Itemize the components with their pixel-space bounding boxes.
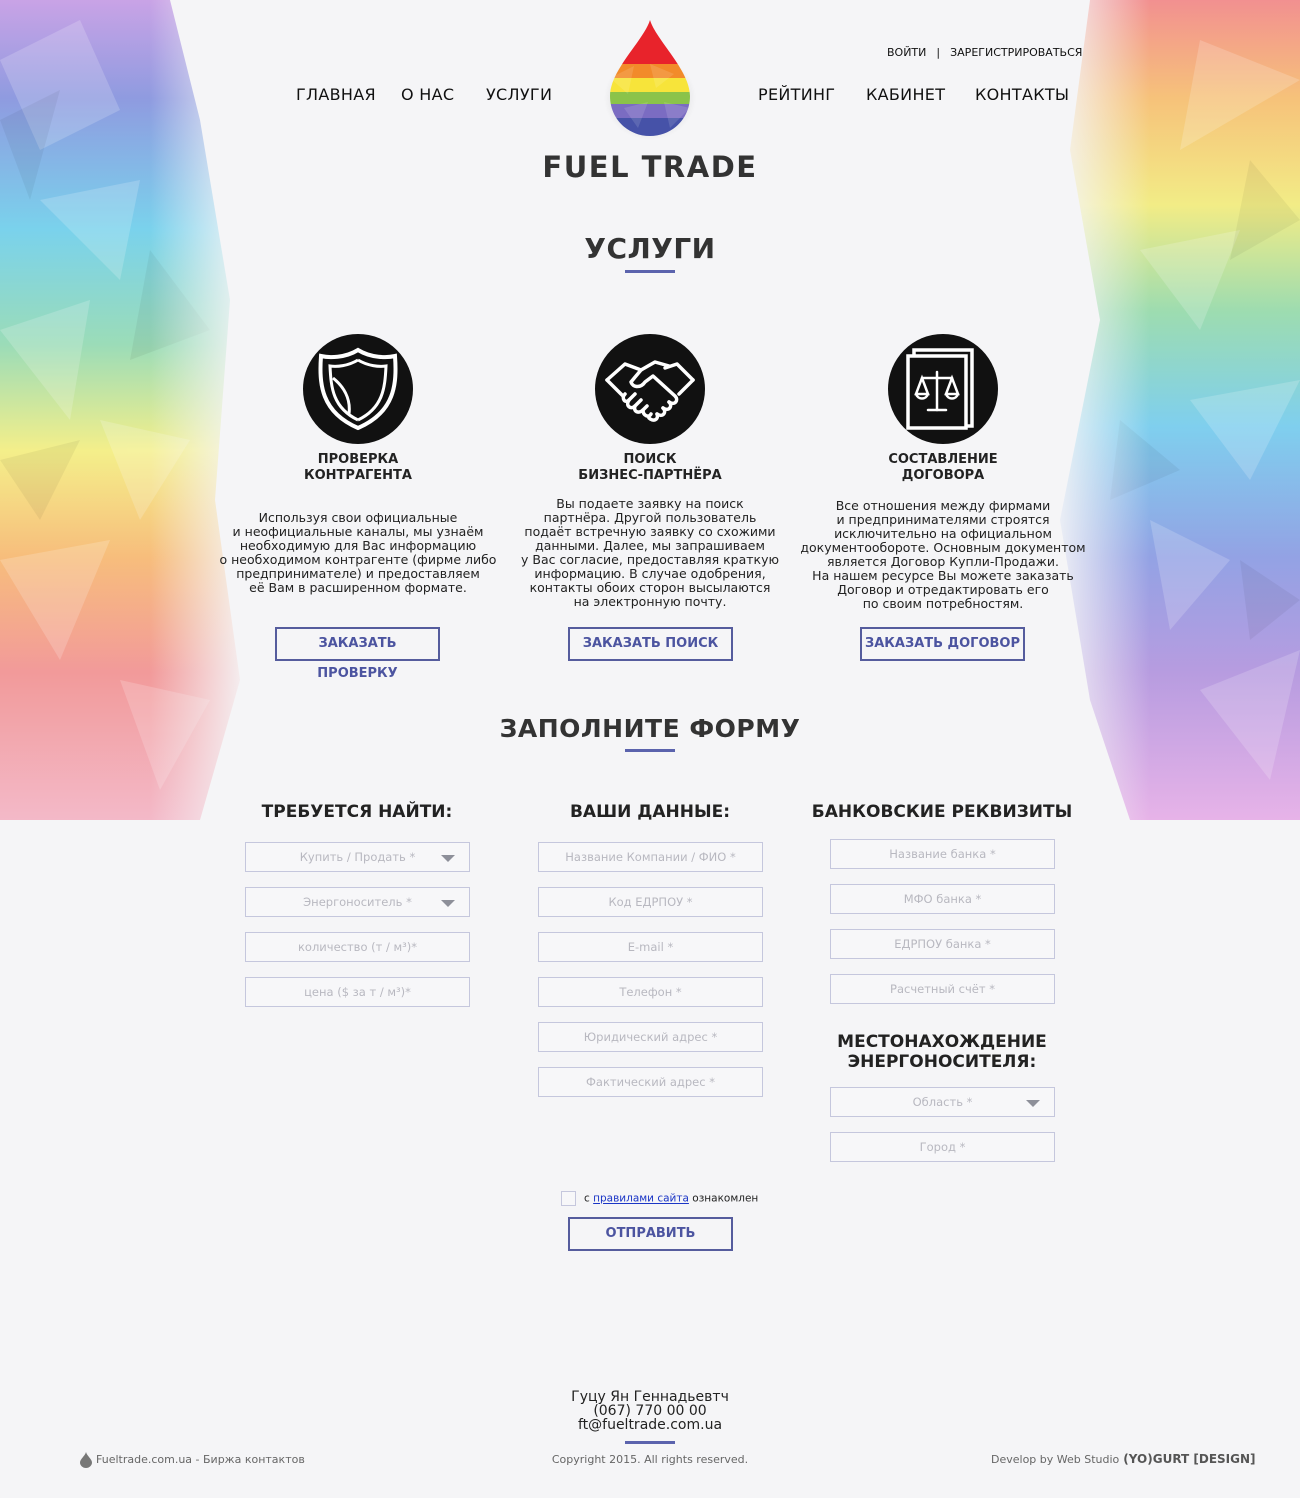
agreement-row: с правилами сайта ознакомлен — [561, 1191, 758, 1206]
chevron-down-icon — [1026, 1100, 1040, 1107]
service-description-check: Используя свои официальные и неофициальн… — [219, 510, 497, 595]
contacts-underline — [625, 1441, 675, 1444]
service-description-search: Вы подаете заявку на поиск партнёра. Дру… — [521, 496, 779, 609]
account-number-field[interactable]: Расчетный счёт * — [830, 974, 1055, 1004]
nav-cabinet[interactable]: КАБИНЕТ — [866, 85, 945, 104]
service-title-check: ПРОВЕРКА КОНТРАГЕНТА — [228, 452, 488, 484]
nav-services[interactable]: УСЛУГИ — [486, 85, 552, 104]
auth-links: ВОЙТИ | ЗАРЕГИСТРИРОВАТЬСЯ — [887, 46, 1082, 59]
order-search-button[interactable]: ЗАКАЗАТЬ ПОИСК — [568, 627, 733, 661]
phone-field[interactable]: Телефон * — [538, 977, 763, 1007]
nav-contacts[interactable]: КОНТАКТЫ — [975, 85, 1069, 104]
buy-sell-select[interactable]: Купить / Продать * — [245, 842, 470, 872]
submit-button[interactable]: ОТПРАВИТЬ — [568, 1217, 733, 1251]
chevron-down-icon — [441, 855, 455, 862]
quantity-field[interactable]: количество (т / м³)* — [245, 932, 470, 962]
form-title-underline — [625, 749, 675, 752]
footer-developer: Develop by Web Studio (YO)GURT [DESIGN] — [991, 1452, 1256, 1466]
site-rules-link[interactable]: правилами сайта — [593, 1193, 689, 1205]
email-field[interactable]: E-mail * — [538, 932, 763, 962]
handshake-icon — [595, 334, 705, 444]
service-title-line1: ПОИСК — [623, 452, 677, 467]
auth-separator: | — [936, 46, 941, 59]
energy-carrier-select-value: Энергоноситель * — [303, 895, 412, 909]
service-title-line2: ДОГОВОРА — [901, 468, 985, 483]
service-title-contract: СОСТАВЛЕНИЕ ДОГОВОРА — [813, 452, 1073, 484]
edrpou-code-field[interactable]: Код ЕДРПОУ * — [538, 887, 763, 917]
service-title-line1: ПРОВЕРКА — [317, 452, 399, 467]
col-find-title: ТРЕБУЕТСЯ НАЙТИ: — [261, 802, 453, 822]
col-your-data-title: ВАШИ ДАННЫЕ: — [569, 802, 731, 822]
form-title: ЗАПОЛНИТЕ ФОРМУ — [499, 714, 801, 743]
bank-edrpou-field[interactable]: ЕДРПОУ банка * — [830, 929, 1055, 959]
contact-name: Гуцу Ян Геннадьевтч — [571, 1389, 729, 1405]
contact-phone: (067) 770 00 00 — [593, 1403, 707, 1419]
mfo-field[interactable]: МФО банка * — [830, 884, 1055, 914]
logo-text[interactable]: FUEL TRADE — [530, 150, 770, 184]
register-link[interactable]: ЗАРЕГИСТРИРОВАТЬСЯ — [950, 46, 1082, 59]
logo-drop-icon[interactable] — [604, 18, 696, 140]
footer-develop-text: Develop by Web Studio — [991, 1453, 1120, 1466]
buy-sell-select-value: Купить / Продать * — [299, 850, 416, 864]
service-title-line2: КОНТРАГЕНТА — [304, 468, 412, 483]
location-title-line2: ЭНЕРГОНОСИТЕЛЯ: — [847, 1052, 1037, 1072]
service-title-search: ПОИСК БИЗНЕС-ПАРТНЁРА — [520, 452, 780, 484]
legal-address-field[interactable]: Юридический адрес * — [538, 1022, 763, 1052]
bank-name-field[interactable]: Название банка * — [830, 839, 1055, 869]
chevron-down-icon — [441, 900, 455, 907]
region-select-value: Область * — [912, 1095, 973, 1109]
contact-email[interactable]: ft@fueltrade.com.ua — [0, 1418, 1300, 1432]
region-select[interactable]: Область * — [830, 1087, 1055, 1117]
shield-icon — [303, 334, 413, 444]
location-title: МЕСТОНАХОЖДЕНИЕ ЭНЕРГОНОСИТЕЛЯ: — [792, 1032, 1092, 1072]
col-bank-title: БАНКОВСКИЕ РЕКВИЗИТЫ — [811, 802, 1073, 822]
studio-logo[interactable]: (YO)GURT [DESIGN] — [1123, 1452, 1255, 1466]
nav-home[interactable]: ГЛАВНАЯ — [296, 85, 376, 104]
services-title-underline — [625, 270, 675, 273]
location-title-line1: МЕСТОНАХОЖДЕНИЕ — [837, 1032, 1047, 1052]
service-title-line2: БИЗНЕС-ПАРТНЁРА — [578, 468, 722, 483]
energy-carrier-select[interactable]: Энергоноситель * — [245, 887, 470, 917]
nav-rating[interactable]: РЕЙТИНГ — [758, 85, 835, 104]
scales-document-icon — [888, 334, 998, 444]
agree-suffix: ознакомлен — [692, 1192, 759, 1205]
actual-address-field[interactable]: Фактический адрес * — [538, 1067, 763, 1097]
company-name-field[interactable]: Название Компании / ФИО * — [538, 842, 763, 872]
service-description-contract: Все отношения между фирмами и предприним… — [800, 498, 1086, 611]
order-contract-button[interactable]: ЗАКАЗАТЬ ДОГОВОР — [860, 627, 1025, 661]
nav-about[interactable]: О НАС — [401, 85, 454, 104]
order-check-button[interactable]: ЗАКАЗАТЬ ПРОВЕРКУ — [275, 627, 440, 681]
price-field[interactable]: цена ($ за т / м³)* — [245, 977, 470, 1007]
agree-checkbox[interactable] — [561, 1191, 576, 1206]
agree-prefix: с — [584, 1192, 590, 1205]
service-title-line1: СОСТАВЛЕНИЕ — [888, 452, 998, 467]
city-field[interactable]: Город * — [830, 1132, 1055, 1162]
login-link[interactable]: ВОЙТИ — [887, 46, 926, 59]
services-title: УСЛУГИ — [584, 232, 716, 265]
